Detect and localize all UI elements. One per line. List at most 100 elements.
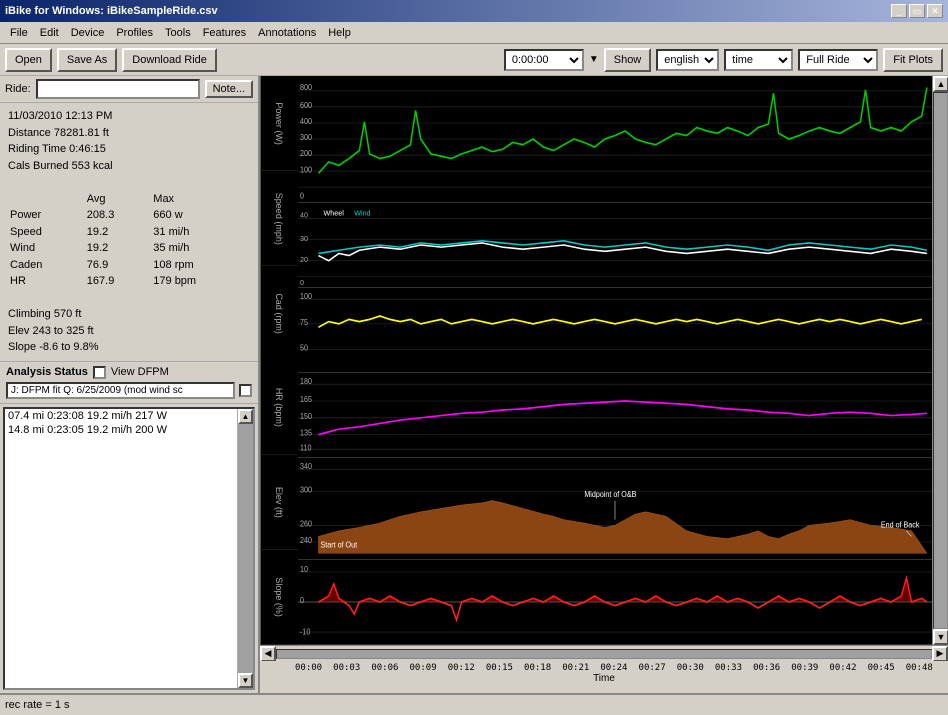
vscroll-down-button[interactable]: ▼ xyxy=(933,629,948,645)
vscroll-up-button[interactable]: ▲ xyxy=(933,76,948,92)
speed-chart: 40 30 20 0 Wheel Wind xyxy=(298,203,932,288)
menu-help[interactable]: Help xyxy=(322,25,357,41)
svg-text:800: 800 xyxy=(300,82,312,91)
hscroll-left-button[interactable]: ◀ xyxy=(260,646,276,662)
menu-tools[interactable]: Tools xyxy=(159,25,197,41)
time-label: 00:09 xyxy=(410,663,437,673)
power-chart: 800 600 400 300 200 100 0 xyxy=(298,76,932,203)
time-label: 00:24 xyxy=(600,663,627,673)
cadence-chart: 100 75 50 xyxy=(298,288,932,373)
menu-profiles[interactable]: Profiles xyxy=(110,25,159,41)
svg-text:Start of Out: Start of Out xyxy=(320,540,357,549)
maximize-button[interactable]: ▭ xyxy=(909,4,925,18)
ride-input[interactable] xyxy=(36,79,200,99)
scroll-track[interactable] xyxy=(238,424,253,674)
time-label: 00:36 xyxy=(753,663,780,673)
y-label-cadence: Cad (rpm) xyxy=(260,266,298,361)
row-caden-avg: 76.9 xyxy=(85,257,151,274)
row-hr-avg: 167.9 xyxy=(85,273,151,290)
menu-file[interactable]: File xyxy=(4,25,34,41)
row-caden-label: Caden xyxy=(8,257,85,274)
time-axis: 00:00 00:03 00:06 00:09 00:12 00:15 00:1… xyxy=(260,661,948,693)
scroll-down-button[interactable]: ▼ xyxy=(238,673,253,688)
stat-climbing: Climbing 570 ft xyxy=(8,306,250,323)
svg-text:300: 300 xyxy=(300,133,312,142)
row-wind-label: Wind xyxy=(8,240,85,257)
view-dfpm-label: View DFPM xyxy=(111,366,169,378)
analysis-checkbox[interactable] xyxy=(239,384,252,397)
row-wind-avg: 19.2 xyxy=(85,240,151,257)
menu-bar: File Edit Device Profiles Tools Features… xyxy=(0,22,948,44)
hscroll-track[interactable] xyxy=(276,649,932,659)
y-axes-column: Power (W) Speed (mph) Cad (rpm) HR (bpm) xyxy=(260,76,298,645)
minimize-button[interactable]: _ xyxy=(891,4,907,18)
vscroll-track[interactable] xyxy=(933,92,948,629)
row-hr-max: 179 bpm xyxy=(151,273,250,290)
status-text: rec rate = 1 s xyxy=(5,699,70,711)
row-power-label: Power xyxy=(8,207,85,224)
y-label-speed: Speed (mph) xyxy=(260,171,298,266)
stat-cals: Cals Burned 553 kcal xyxy=(8,158,250,175)
svg-text:0: 0 xyxy=(300,191,304,200)
svg-text:600: 600 xyxy=(300,101,312,110)
time-label: 00:18 xyxy=(524,663,551,673)
close-button[interactable]: ✕ xyxy=(927,4,943,18)
range-select[interactable]: Full Ride Custom xyxy=(798,49,878,71)
chart-hscrollbar[interactable]: ◀ ▶ xyxy=(260,645,948,661)
row-speed-label: Speed xyxy=(8,224,85,241)
svg-text:240: 240 xyxy=(300,536,312,545)
menu-annotations[interactable]: Annotations xyxy=(252,25,322,41)
units-select[interactable]: english metric xyxy=(656,49,719,71)
window-controls[interactable]: _ ▭ ✕ xyxy=(891,4,943,18)
time-label: 00:33 xyxy=(715,663,742,673)
fitplots-button[interactable]: Fit Plots xyxy=(883,48,943,72)
status-bar: rec rate = 1 s xyxy=(0,693,948,715)
svg-text:0: 0 xyxy=(300,596,305,606)
display-select[interactable]: time distance xyxy=(724,49,793,71)
slope-chart: 10 0 -10 xyxy=(298,560,932,645)
ride-row: Ride: Note... xyxy=(0,76,258,103)
svg-text:10: 10 xyxy=(300,564,309,574)
time-label: 00:00 xyxy=(295,663,322,673)
menu-device[interactable]: Device xyxy=(65,25,111,41)
table-row: HR 167.9 179 bpm xyxy=(8,273,250,290)
row-caden-max: 108 rpm xyxy=(151,257,250,274)
menu-edit[interactable]: Edit xyxy=(34,25,65,41)
y-label-hr: HR (bpm) xyxy=(260,360,298,455)
time-label: 00:21 xyxy=(562,663,589,673)
note-button[interactable]: Note... xyxy=(205,80,253,98)
stat-elev: Elev 243 to 325 ft xyxy=(8,323,250,340)
time-label: 00:03 xyxy=(333,663,360,673)
svg-text:260: 260 xyxy=(300,519,312,528)
time-label: 00:39 xyxy=(791,663,818,673)
y-label-elev: Elev (ft) xyxy=(260,455,298,550)
title-bar: iBike for Windows: iBikeSampleRide.csv _… xyxy=(0,0,948,22)
row-wind-max: 35 mi/h xyxy=(151,240,250,257)
saveas-button[interactable]: Save As xyxy=(57,48,117,72)
show-button[interactable]: Show xyxy=(604,48,652,72)
time-label: 00:48 xyxy=(906,663,933,673)
stats-section: 11/03/2010 12:13 PM Distance 78281.81 ft… xyxy=(0,103,258,362)
menu-features[interactable]: Features xyxy=(197,25,252,41)
svg-text:-10: -10 xyxy=(300,627,311,637)
row-speed-max: 31 mi/h xyxy=(151,224,250,241)
open-button[interactable]: Open xyxy=(5,48,52,72)
time-labels: 00:00 00:03 00:06 00:09 00:12 00:15 00:1… xyxy=(260,663,948,673)
svg-text:50: 50 xyxy=(300,344,308,353)
list-item: 14.8 mi 0:23:05 19.2 mi/h 200 W xyxy=(5,423,237,437)
view-dfpm-checkbox[interactable] xyxy=(93,366,106,379)
y-label-slope: Slope (%) xyxy=(260,550,298,645)
main-content: Ride: Note... 11/03/2010 12:13 PM Distan… xyxy=(0,76,948,693)
scroll-up-button[interactable]: ▲ xyxy=(238,409,253,424)
time-select[interactable]: 0:00:00 xyxy=(504,49,584,71)
time-label: 00:06 xyxy=(371,663,398,673)
svg-text:Midpoint of O&B: Midpoint of O&B xyxy=(584,490,636,499)
analysis-status-label: Analysis Status xyxy=(6,366,88,378)
col-avg: Avg xyxy=(85,191,151,208)
hscroll-right-button[interactable]: ▶ xyxy=(932,646,948,662)
stat-slope: Slope -8.6 to 9.8% xyxy=(8,339,250,356)
stat-distance: Distance 78281.81 ft xyxy=(8,125,250,142)
chart-vscrollbar[interactable]: ▲ ▼ xyxy=(932,76,948,645)
download-button[interactable]: Download Ride xyxy=(122,48,217,72)
data-list-scrollbar[interactable]: ▲ ▼ xyxy=(237,409,253,689)
